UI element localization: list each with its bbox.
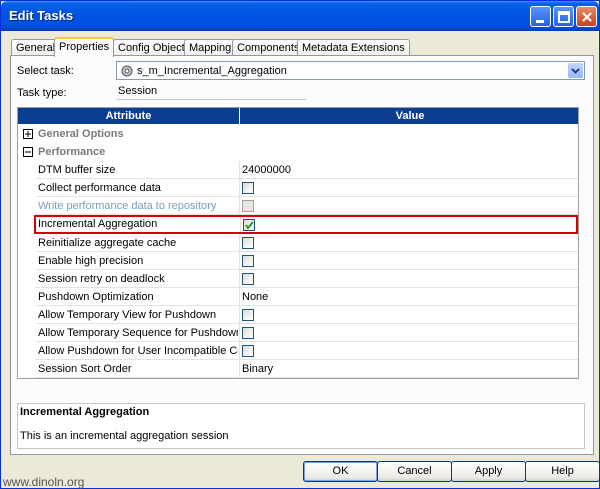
- close-icon: [582, 12, 592, 22]
- table-row[interactable]: Allow Temporary Sequence for Pushdown: [35, 324, 578, 342]
- group-performance[interactable]: Performance: [18, 143, 578, 161]
- plus-icon: [25, 131, 31, 137]
- group-general-options[interactable]: General Options: [18, 125, 578, 143]
- window-title: Edit Tasks: [9, 8, 74, 23]
- attribute-name: Collect performance data: [38, 182, 161, 194]
- pushdown-incompatible-checkbox[interactable]: [242, 345, 254, 357]
- column-divider: [239, 234, 240, 252]
- tab-properties[interactable]: Properties: [54, 37, 115, 57]
- group-label: Performance: [38, 146, 106, 158]
- column-divider: [239, 252, 240, 270]
- table-row[interactable]: Write performance data to repository: [35, 197, 578, 215]
- write-performance-checkbox: [242, 200, 254, 212]
- minimize-icon: [536, 20, 544, 23]
- column-divider: [239, 161, 240, 179]
- column-divider: [239, 270, 240, 288]
- expand-icon[interactable]: [23, 129, 33, 139]
- description-text: This is an incremental aggregation sessi…: [20, 430, 229, 442]
- table-row[interactable]: Collect performance data: [35, 179, 578, 197]
- attribute-value[interactable]: Binary: [242, 363, 273, 375]
- temp-view-checkbox[interactable]: [242, 309, 254, 321]
- close-button[interactable]: [576, 6, 597, 27]
- attribute-name: Pushdown Optimization: [38, 291, 154, 303]
- maximize-button[interactable]: [553, 6, 574, 27]
- attribute-name: Session Sort Order: [38, 363, 132, 375]
- table-row[interactable]: Enable high precision: [35, 252, 578, 270]
- maximize-icon: [558, 11, 570, 23]
- table-row[interactable]: Allow Temporary View for Pushdown: [35, 306, 578, 324]
- column-divider: [240, 217, 241, 232]
- table-row[interactable]: Session retry on deadlock: [35, 270, 578, 288]
- select-task-dropdown[interactable]: s_m_Incremental_Aggregation: [116, 61, 585, 80]
- column-divider: [239, 288, 240, 306]
- apply-button[interactable]: Apply: [451, 461, 526, 482]
- dropdown-arrow-button[interactable]: [568, 63, 583, 78]
- attributes-grid: Attribute Value General Options Performa…: [17, 107, 579, 379]
- task-type-value: Session: [116, 85, 306, 100]
- attribute-name: Write performance data to repository: [38, 200, 217, 212]
- minimize-button[interactable]: [530, 6, 551, 27]
- tab-components[interactable]: Components: [232, 39, 305, 56]
- column-divider: [239, 306, 240, 324]
- value-column-header[interactable]: Value: [240, 108, 578, 124]
- attribute-column-header[interactable]: Attribute: [18, 108, 240, 124]
- attribute-name: Incremental Aggregation: [38, 218, 158, 230]
- reinitialize-cache-checkbox[interactable]: [242, 237, 254, 249]
- column-divider: [239, 197, 240, 215]
- session-gear-icon: [121, 65, 133, 77]
- edit-tasks-window: Edit Tasks General Properties Config Obj…: [0, 0, 600, 489]
- attribute-value[interactable]: 24000000: [242, 164, 291, 176]
- cancel-button[interactable]: Cancel: [377, 461, 452, 482]
- attribute-name: Reinitialize aggregate cache: [38, 237, 177, 249]
- attribute-name: Session retry on deadlock: [38, 273, 165, 285]
- attribute-name: Enable high precision: [38, 255, 144, 267]
- description-box: Incremental Aggregation This is an incre…: [17, 403, 585, 449]
- tab-config-object[interactable]: Config Object: [113, 39, 190, 56]
- table-row[interactable]: Reinitialize aggregate cache: [35, 234, 578, 252]
- group-label: General Options: [38, 128, 124, 140]
- minus-icon: [25, 151, 31, 153]
- table-row[interactable]: Allow Pushdown for User Incompatible Con…: [35, 342, 578, 360]
- incremental-aggregation-checkbox[interactable]: [243, 219, 255, 231]
- select-task-value: s_m_Incremental_Aggregation: [137, 65, 287, 77]
- task-type-label: Task type:: [17, 87, 67, 99]
- attribute-name: Allow Temporary Sequence for Pushdown: [38, 327, 238, 339]
- collect-performance-checkbox[interactable]: [242, 182, 254, 194]
- ok-button[interactable]: OK: [303, 461, 378, 482]
- tab-metadata-extensions[interactable]: Metadata Extensions: [297, 39, 410, 56]
- temp-sequence-checkbox[interactable]: [242, 327, 254, 339]
- tab-general[interactable]: General: [11, 39, 61, 56]
- help-button[interactable]: Help: [525, 461, 600, 482]
- grid-header: Attribute Value: [18, 108, 578, 124]
- column-divider: [239, 360, 240, 378]
- column-divider: [239, 342, 240, 360]
- tab-mapping[interactable]: Mapping: [184, 39, 237, 56]
- checkmark-icon: [245, 221, 254, 230]
- description-title: Incremental Aggregation: [20, 406, 150, 418]
- column-divider: [239, 179, 240, 197]
- table-row-highlighted[interactable]: Incremental Aggregation: [34, 215, 578, 234]
- attribute-name: Allow Pushdown for User Incompatible Con…: [38, 345, 238, 357]
- chevron-down-icon: [571, 68, 580, 74]
- table-row[interactable]: DTM buffer size 24000000: [35, 161, 578, 179]
- high-precision-checkbox[interactable]: [242, 255, 254, 267]
- attribute-value[interactable]: None: [242, 291, 268, 303]
- column-divider: [239, 324, 240, 342]
- watermark: www.dinoln.org: [3, 475, 85, 489]
- table-row[interactable]: Pushdown Optimization None: [35, 288, 578, 306]
- attribute-name: DTM buffer size: [38, 164, 116, 176]
- select-task-label: Select task:: [17, 65, 74, 77]
- title-bar[interactable]: Edit Tasks: [1, 1, 599, 31]
- table-row[interactable]: Session Sort Order Binary: [35, 360, 578, 378]
- collapse-icon[interactable]: [23, 147, 33, 157]
- attribute-name: Allow Temporary View for Pushdown: [38, 309, 217, 321]
- retry-deadlock-checkbox[interactable]: [242, 273, 254, 285]
